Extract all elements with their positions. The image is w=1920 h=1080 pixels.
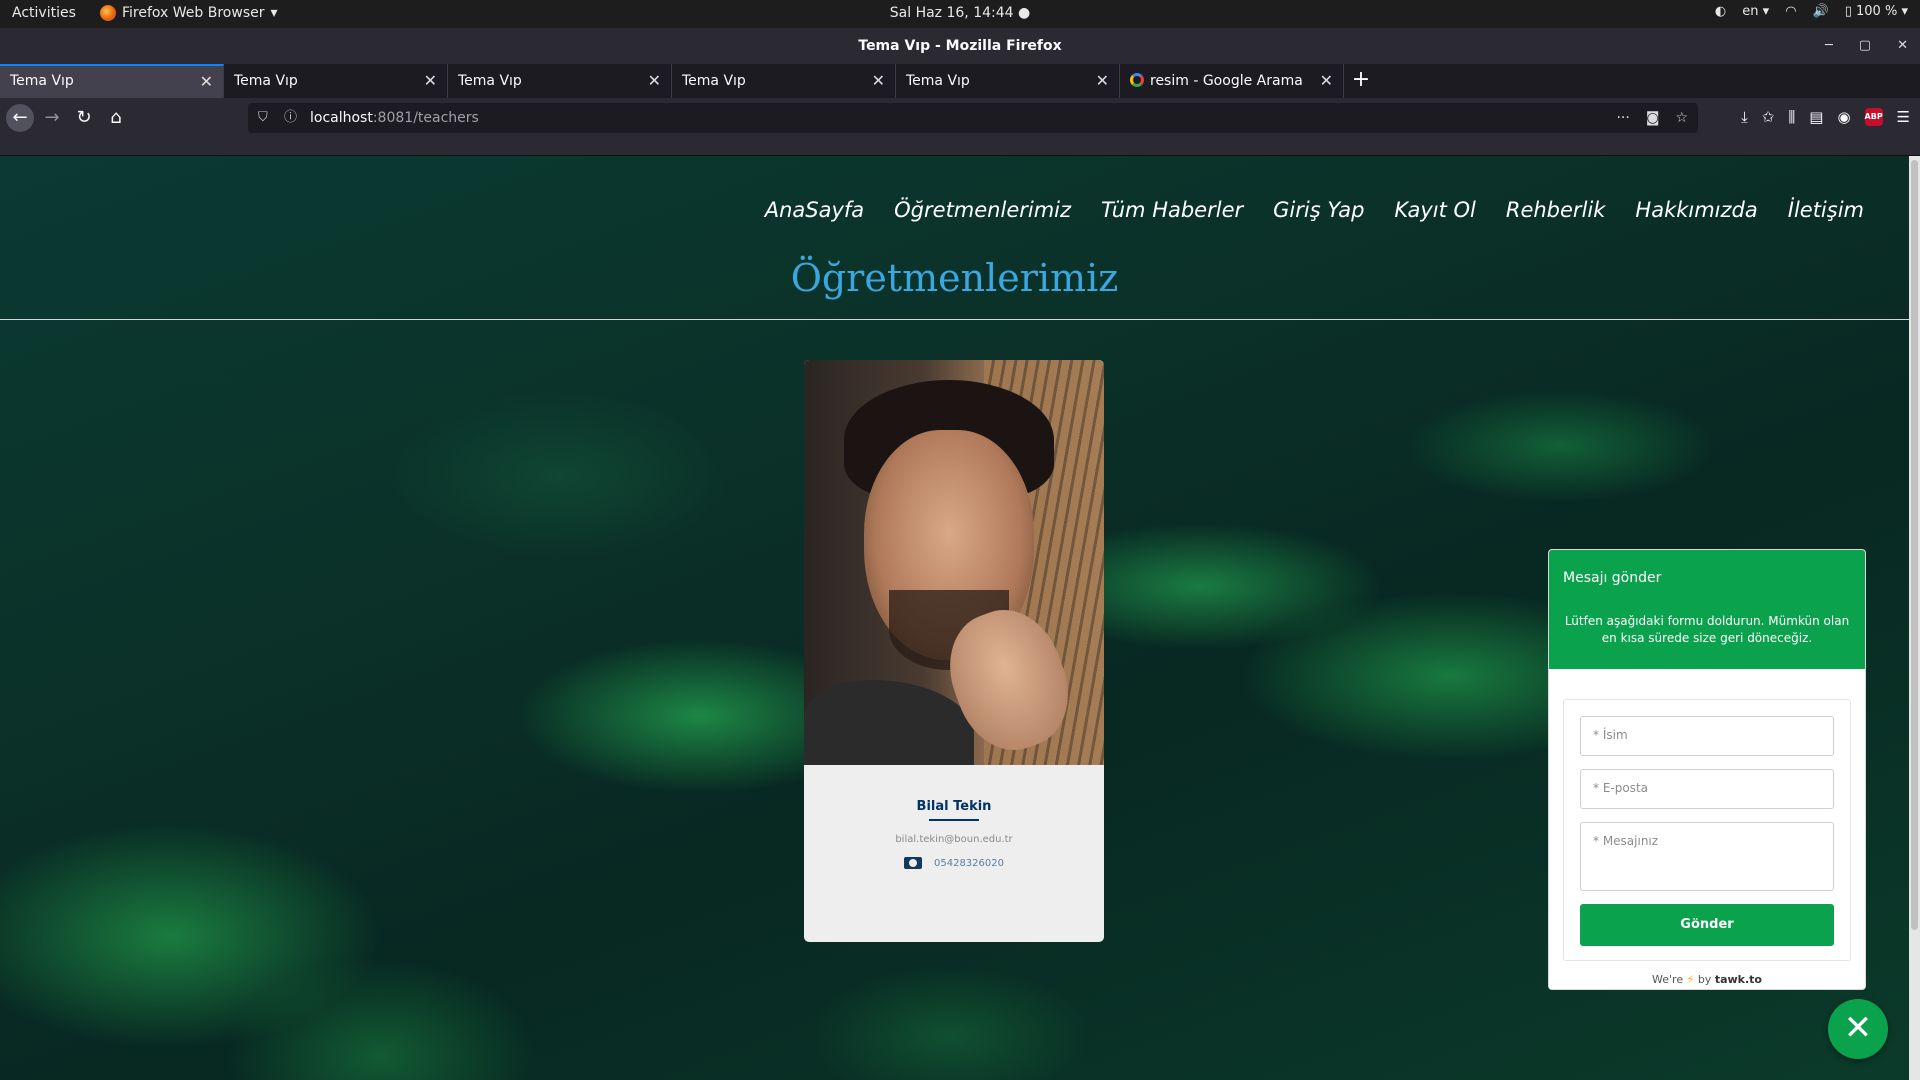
google-icon [1130,73,1144,87]
window-title-bar: Tema Vıp - Mozilla Firefox ─ ▢ ✕ [0,28,1920,64]
message-field[interactable]: * Mesajınız [1580,822,1834,891]
browser-tab[interactable]: Tema Vıp ✕ [0,64,224,98]
close-window-icon[interactable]: ✕ [1897,28,1908,64]
teacher-name: Bilal Tekin [916,799,992,814]
browser-tab[interactable]: Tema Vıp ✕ [896,64,1120,98]
bookmark-star-icon[interactable]: ☆ [1675,103,1688,133]
nav-link-about[interactable]: Hakkımızda [1635,198,1757,222]
nav-link-register[interactable]: Kayıt Ol [1394,198,1475,222]
chat-title: Mesajı gönder [1563,570,1662,586]
nav-link-contact[interactable]: İletişim [1788,198,1864,222]
teacher-card: Bilal Tekin bilal.tekin@boun.edu.tr 0542… [804,360,1104,942]
sidebar-icon[interactable]: ▤ [1809,108,1823,126]
lightning-icon: ⚡ [1686,973,1695,986]
nav-link-news[interactable]: Tüm Haberler [1101,198,1243,222]
activities-button[interactable]: Activities [12,5,76,21]
teacher-photo [804,360,1104,765]
wifi-icon[interactable]: ◠ [1785,4,1796,19]
system-tray[interactable]: ◐ en ▾ ◠ 🔊 ▯ 100 % ▾ [1715,4,1908,19]
volume-icon[interactable]: 🔊 [1813,4,1829,19]
reload-icon[interactable]: ↻ [70,104,98,132]
teacher-phone: 05428326020 [934,857,1004,869]
more-actions-icon[interactable]: ··· [1616,103,1629,133]
tab-label: Tema Vıp [234,73,298,89]
language-indicator[interactable]: en ▾ [1742,4,1769,19]
app-menu-label: Firefox Web Browser [122,5,265,21]
phone-icon [904,857,922,869]
page-scrollbar[interactable] [1909,156,1920,1080]
page-title: Öğretmenlerimiz [790,256,1119,300]
account-icon[interactable]: ◉ [1837,108,1850,126]
info-icon[interactable]: ⓘ [284,103,297,133]
tab-label: Tema Vıp [682,73,746,89]
name-underline [929,819,979,821]
shield-icon[interactable]: ⛉ [258,103,268,133]
url-bar[interactable]: ⛉ ⓘ localhost:8081/teachers ··· ◙ ☆ [248,103,1698,133]
window-title: Tema Vıp - Mozilla Firefox [858,38,1062,54]
browser-tab[interactable]: Tema Vıp ✕ [672,64,896,98]
site-navigation: AnaSayfa Öğretmenlerimiz Tüm Haberler Gi… [765,198,1864,222]
new-tab-icon[interactable]: + [1344,64,1378,98]
send-button[interactable]: Gönder [1580,904,1834,946]
nav-toolbar: ← → ↻ ⌂ ⛉ ⓘ localhost:8081/teachers ··· … [0,98,1920,138]
header-divider [0,319,1909,320]
firefox-icon [100,5,116,21]
bookmarks-icon[interactable]: ✩ [1762,108,1775,126]
notification-dot-icon: ● [1018,5,1031,21]
close-tab-icon[interactable]: ✕ [648,64,661,98]
hamburger-menu-icon[interactable]: ☰ [1897,108,1910,126]
teacher-email[interactable]: bilal.tekin@boun.edu.tr [804,834,1104,845]
close-tab-icon[interactable]: ✕ [1320,64,1333,98]
battery-indicator[interactable]: ▯ 100 % ▾ [1845,4,1908,19]
name-field[interactable]: * İsim [1580,716,1834,756]
tab-label: Tema Vıp [10,73,74,89]
library-icon[interactable]: ⫼ [1788,108,1795,126]
scrollbar-thumb[interactable] [1911,160,1918,930]
browser-tab[interactable]: resim - Google Arama ✕ [1120,64,1344,98]
chat-description: Lütfen aşağıdaki formu doldurun. Mümkün … [1564,614,1850,645]
tab-label: Tema Vıp [906,73,970,89]
url-path: :8081/teachers [372,110,479,126]
download-icon[interactable]: ⤓ [1741,108,1748,126]
email-field[interactable]: * E-posta [1580,769,1834,809]
tab-label: resim - Google Arama [1150,73,1303,89]
chat-widget: Mesajı gönder Lütfen aşağıdaki formu dol… [1548,549,1866,990]
nav-link-guidance[interactable]: Rehberlik [1506,198,1606,222]
forward-arrow-icon[interactable]: → [38,104,66,132]
system-top-bar: Activities Firefox Web Browser ▾ Sal Haz… [0,0,1920,28]
minimize-icon[interactable]: ─ [1825,28,1833,64]
tab-label: Tema Vıp [458,73,522,89]
nav-link-home[interactable]: AnaSayfa [765,198,864,222]
url-host: localhost [310,110,373,126]
maximize-icon[interactable]: ▢ [1859,28,1871,64]
close-tab-icon[interactable]: ✕ [200,66,213,97]
accessibility-icon[interactable]: ◐ [1715,4,1726,19]
chevron-down-icon: ▾ [270,5,278,21]
close-chat-button[interactable]: ✕ [1828,999,1888,1059]
adblock-icon[interactable]: ABP [1864,108,1883,126]
tab-strip: Tema Vıp ✕ Tema Vıp ✕ Tema Vıp ✕ Tema Vıp ✕ … [0,64,1920,98]
close-tab-icon[interactable]: ✕ [872,64,885,98]
home-icon[interactable]: ⌂ [102,104,130,132]
system-clock[interactable]: Sal Haz 16, 14:44 [890,5,1014,21]
back-arrow-icon[interactable]: ← [6,104,34,132]
close-tab-icon[interactable]: ✕ [424,64,437,98]
tawk-brand: tawk.to [1714,973,1762,986]
browser-tab[interactable]: Tema Vıp ✕ [224,64,448,98]
chat-form: * İsim * E-posta * Mesajınız Gönder [1563,699,1851,961]
nav-link-teachers[interactable]: Öğretmenlerimiz [894,198,1071,222]
browser-tab[interactable]: Tema Vıp ✕ [448,64,672,98]
nav-link-login[interactable]: Giriş Yap [1273,198,1364,222]
app-menu[interactable]: Firefox Web Browser ▾ [100,5,278,21]
close-tab-icon[interactable]: ✕ [1096,64,1109,98]
chat-footer[interactable]: We're ⚡ by tawk.to [1549,973,1865,986]
toolbar-divider [0,138,1920,156]
pocket-icon[interactable]: ◙ [1646,103,1660,133]
